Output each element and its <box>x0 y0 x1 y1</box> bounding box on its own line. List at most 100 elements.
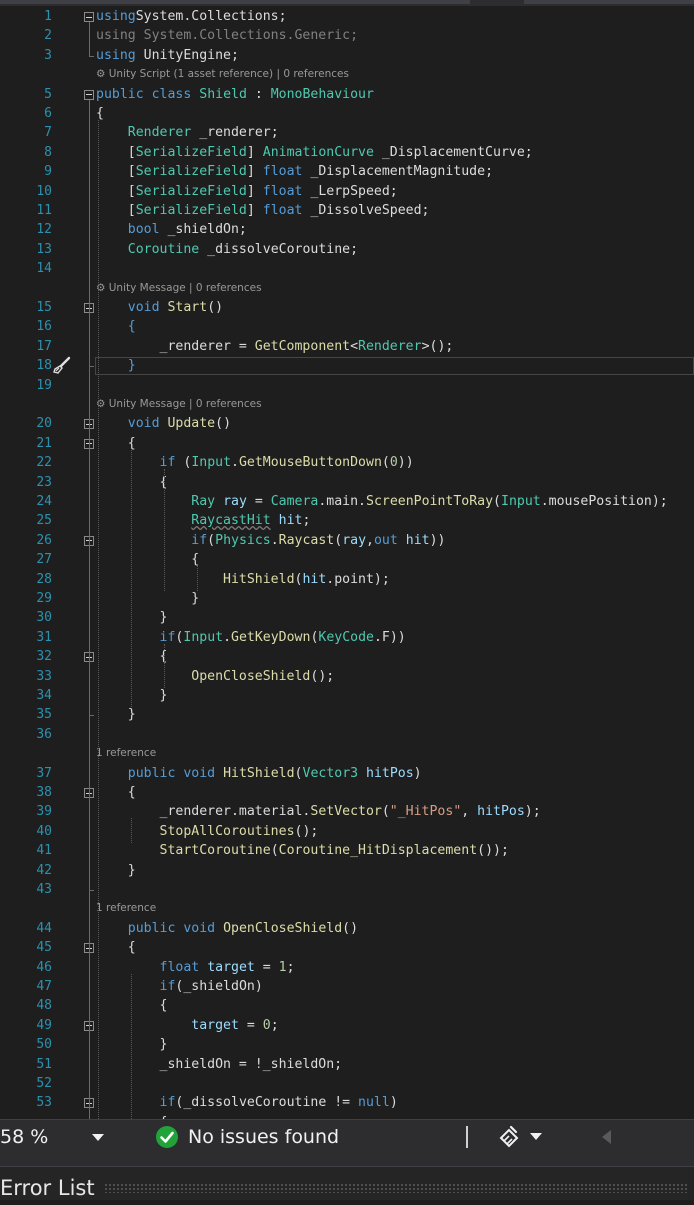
line-number: 12 <box>36 222 52 238</box>
code-token: } <box>96 591 200 606</box>
code-text[interactable]: if(Input.GetKeyDown(KeyCode.F)) <box>96 628 406 647</box>
code-text[interactable]: usingSystem.Collections; <box>96 7 287 26</box>
codelens-info[interactable]: ⚙ Unity Message | 0 references <box>96 395 262 414</box>
code-token: { <box>96 552 200 568</box>
collapse-toggle-icon[interactable] <box>84 12 94 22</box>
code-text[interactable]: using UnityEngine; <box>96 46 239 65</box>
codelens-info[interactable]: ⚙ Unity Message | 0 references <box>96 279 262 298</box>
code-token: _LerpSpeed; <box>302 183 398 199</box>
code-text[interactable]: { <box>96 550 199 569</box>
zoom-level[interactable]: 58 % <box>0 1120 48 1154</box>
code-token: _renderer = <box>96 338 255 354</box>
outlining-line <box>89 429 90 716</box>
code-text[interactable]: StartCoroutine(Coroutine_HitDisplacement… <box>96 841 509 860</box>
line-number: 1 <box>44 9 52 24</box>
code-text[interactable]: } <box>96 705 136 724</box>
codelens-info[interactable]: 1 reference <box>96 899 156 918</box>
code-token: SerializeField <box>135 183 247 199</box>
code-token: SerializeField <box>135 164 247 180</box>
code-text[interactable]: [SerializeField] float _LerpSpeed; <box>96 182 398 201</box>
code-token: [ <box>96 203 136 218</box>
code-text[interactable]: bool _shieldOn; <box>96 220 247 239</box>
line-number: 49 <box>36 1017 52 1033</box>
code-text[interactable]: StopAllCoroutines(); <box>96 822 319 841</box>
panel-drag-grip[interactable] <box>104 1183 688 1193</box>
code-text[interactable]: _shieldOn = !_shieldOn; <box>96 1055 343 1074</box>
code-text[interactable]: [SerializeField] AnimationCurve _Displac… <box>96 143 533 162</box>
issues-status[interactable]: No issues found <box>188 1120 339 1154</box>
line-number: 38 <box>36 785 52 800</box>
code-line: 23 { <box>0 473 694 492</box>
code-text[interactable]: } <box>96 861 136 880</box>
line-number: 22 <box>36 455 52 471</box>
code-token: using System.Collections.Generic; <box>96 28 359 44</box>
panel-splitter[interactable] <box>0 1154 694 1166</box>
code-text[interactable]: { <box>96 938 136 957</box>
code-token: StartCoroutine <box>159 843 271 859</box>
zoom-dropdown-icon[interactable] <box>92 1134 104 1141</box>
code-token: )) <box>397 455 414 471</box>
line-number: 7 <box>44 125 52 141</box>
code-text[interactable]: { <box>96 434 136 453</box>
paintbrush-icon[interactable] <box>52 356 72 375</box>
line-number: 2 <box>44 28 52 44</box>
code-text[interactable]: [SerializeField] float _DissolveSpeed; <box>96 201 430 220</box>
code-line: 16 { <box>0 317 694 336</box>
line-number: 19 <box>36 377 52 393</box>
code-text[interactable]: RaycastHit hit; <box>96 511 310 530</box>
code-text[interactable]: float target = 1; <box>96 958 295 977</box>
code-line: 14 <box>0 259 694 278</box>
code-text[interactable]: _renderer.material.SetVector("_HitPos", … <box>96 802 541 821</box>
code-text[interactable]: Ray ray = Camera.main.ScreenPointToRay(I… <box>96 492 667 511</box>
line-number: 25 <box>36 513 52 529</box>
code-text[interactable]: Coroutine _dissolveCoroutine; <box>96 240 358 259</box>
document-tab[interactable] <box>0 0 470 4</box>
code-token: class <box>151 86 192 102</box>
code-text[interactable]: target = 0; <box>96 1016 278 1035</box>
code-token: using <box>96 9 136 24</box>
line-number: 14 <box>36 261 52 277</box>
code-text[interactable]: void Start() <box>96 298 223 317</box>
previous-issue-arrow-icon[interactable] <box>602 1130 611 1144</box>
code-token: )) <box>429 532 446 548</box>
code-line: 45 { <box>0 938 694 957</box>
code-token: Camera <box>270 494 319 509</box>
code-text[interactable]: void Update() <box>96 414 231 433</box>
code-text[interactable]: using System.Collections.Generic; <box>96 26 358 45</box>
line-number: 33 <box>36 668 52 684</box>
code-text[interactable]: public class Shield : MonoBehaviour <box>96 85 374 104</box>
code-cleanup-button[interactable] <box>497 1124 545 1150</box>
code-line: 44 public void OpenCloseShield() <box>0 919 694 938</box>
code-text[interactable]: if(_shieldOn) <box>96 977 263 996</box>
code-line: 15 void Start() <box>0 298 694 317</box>
code-text[interactable]: if (Input.GetMouseButtonDown(0)) <box>96 453 414 472</box>
collapse-toggle-icon[interactable] <box>84 89 94 100</box>
code-text[interactable]: public void HitShield(Vector3 hitPos) <box>96 764 422 783</box>
code-token: ; <box>302 513 311 529</box>
code-token: Renderer <box>127 125 192 141</box>
code-text[interactable]: if(_dissolveCoroutine != null) <box>96 1093 398 1112</box>
code-token: _DisplacementCurve; <box>373 144 533 160</box>
line-number: 39 <box>36 804 52 820</box>
code-text[interactable]: { <box>96 317 136 336</box>
code-text[interactable]: if(Physics.Raycast(ray,out hit)) <box>96 531 445 550</box>
code-editor[interactable]: 1 usingSystem.Collections; 2 using System.C… <box>0 6 694 1119</box>
code-text[interactable]: public void OpenCloseShield() <box>96 919 358 938</box>
code-text[interactable]: { <box>96 783 136 802</box>
codelens-info[interactable]: ⚙ Unity Script (1 asset reference) | 0 r… <box>96 65 349 84</box>
document-tab[interactable] <box>524 0 694 4</box>
code-token: ) <box>389 1095 398 1111</box>
code-token: ( <box>175 455 192 471</box>
code-text[interactable]: Renderer _renderer; <box>96 123 279 142</box>
code-text[interactable]: [SerializeField] float _DisplacementMagn… <box>96 162 493 181</box>
code-text[interactable]: _renderer = GetComponent<Renderer>(); <box>96 337 454 356</box>
code-text[interactable]: } <box>96 589 199 608</box>
codelens-info[interactable]: 1 reference <box>96 744 156 763</box>
code-text[interactable]: HitShield(hit.point); <box>96 570 390 589</box>
code-token: [ <box>96 164 136 180</box>
code-token: 1 <box>278 959 287 975</box>
code-token: if <box>191 532 208 548</box>
